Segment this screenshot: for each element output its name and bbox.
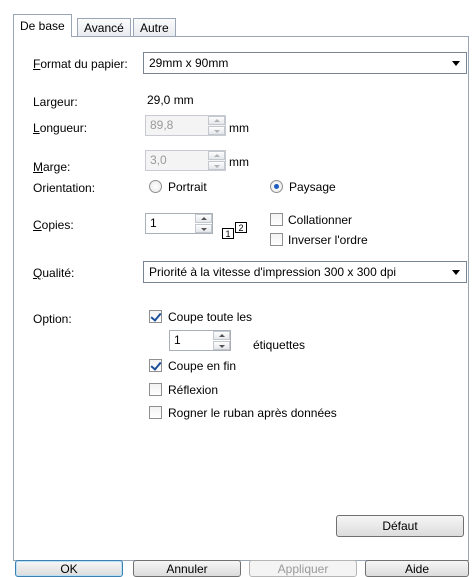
- length-value: 89,8: [150, 118, 174, 132]
- copies-value: 1: [150, 216, 157, 230]
- collate-icon: 1 2: [222, 222, 252, 242]
- width-label: Largeur:: [33, 95, 78, 109]
- reverse-order-checkbox[interactable]: [270, 233, 283, 246]
- spin-up-icon[interactable]: [208, 151, 225, 160]
- quality-label: Qualité:: [33, 266, 75, 280]
- landscape-radio[interactable]: [270, 180, 283, 193]
- default-button[interactable]: Défaut: [336, 515, 464, 537]
- divider: [33, 292, 466, 293]
- apply-button[interactable]: Appliquer: [249, 560, 357, 577]
- orientation-label: Orientation:: [33, 181, 96, 195]
- paper-format-label: Format du papier:: [33, 57, 128, 71]
- cut-every-spinbox[interactable]: 1: [169, 330, 231, 351]
- paper-format-select[interactable]: 29mm x 90mm: [143, 52, 467, 74]
- spin-down-icon[interactable]: [213, 341, 230, 350]
- tab-autre[interactable]: Autre: [133, 18, 176, 36]
- settings-panel: [13, 36, 469, 561]
- chevron-down-icon: [452, 270, 460, 275]
- length-unit: mm: [229, 121, 249, 135]
- divider: [33, 203, 466, 204]
- width-value: 29,0 mm: [147, 93, 194, 107]
- trim-tape-checkbox[interactable]: [149, 406, 162, 419]
- spin-down-icon[interactable]: [195, 224, 212, 233]
- cancel-button[interactable]: Annuler: [133, 560, 241, 577]
- reverse-order-label[interactable]: Inverser l'ordre: [288, 233, 368, 248]
- collate-checkbox[interactable]: [270, 213, 283, 226]
- cut-every-value: 1: [174, 333, 181, 347]
- spin-down-icon[interactable]: [208, 126, 225, 135]
- spin-up-icon[interactable]: [195, 214, 212, 223]
- divider: [33, 81, 466, 82]
- length-spinbox[interactable]: 89,8: [145, 115, 226, 136]
- landscape-radio-label[interactable]: Paysage: [289, 180, 336, 195]
- labels-unit: étiquettes: [253, 338, 306, 352]
- collate-label[interactable]: Collationner: [288, 213, 352, 228]
- divider: [33, 497, 466, 498]
- tab-de-base[interactable]: De base: [13, 14, 72, 37]
- tab-avance[interactable]: Avancé: [77, 18, 131, 36]
- quality-select[interactable]: Priorité à la vitesse d'impression 300 x…: [143, 261, 467, 283]
- quality-value: Priorité à la vitesse d'impression 300 x…: [149, 265, 397, 279]
- cut-every-checkbox[interactable]: [149, 310, 162, 323]
- cut-at-end-label[interactable]: Coupe en fin: [168, 359, 236, 374]
- length-label: Longueur:: [33, 121, 88, 135]
- mirror-checkbox[interactable]: [149, 383, 162, 396]
- margin-spinbox[interactable]: 3,0: [145, 150, 226, 171]
- copies-spinbox[interactable]: 1: [145, 213, 213, 234]
- margin-label: Marge:: [33, 160, 71, 174]
- portrait-radio[interactable]: [149, 180, 162, 193]
- portrait-radio-label[interactable]: Portrait: [168, 180, 207, 195]
- margin-unit: mm: [229, 155, 249, 169]
- chevron-down-icon: [452, 61, 460, 66]
- paper-format-value: 29mm x 90mm: [149, 56, 229, 70]
- copies-label: Copies:: [33, 218, 74, 232]
- spin-up-icon[interactable]: [208, 116, 225, 125]
- option-label: Option:: [33, 312, 72, 326]
- help-button[interactable]: Aide: [365, 560, 469, 577]
- cut-at-end-checkbox[interactable]: [149, 359, 162, 372]
- spin-up-icon[interactable]: [213, 331, 230, 340]
- margin-value: 3,0: [150, 153, 167, 167]
- cut-every-label[interactable]: Coupe toute les: [168, 310, 252, 325]
- ok-button[interactable]: OK: [15, 560, 123, 577]
- trim-tape-label[interactable]: Rogner le ruban après données: [168, 406, 337, 421]
- spin-down-icon[interactable]: [208, 161, 225, 170]
- mirror-label[interactable]: Réflexion: [168, 383, 218, 398]
